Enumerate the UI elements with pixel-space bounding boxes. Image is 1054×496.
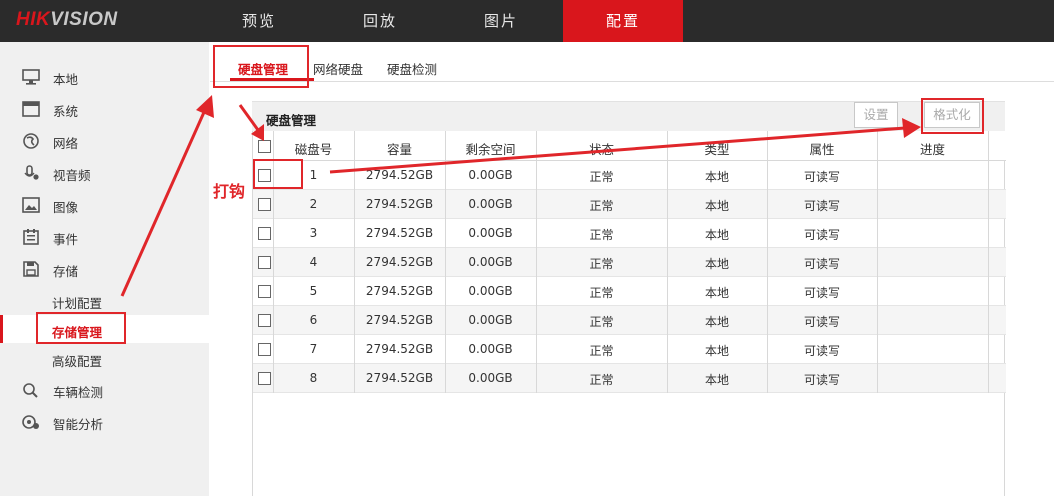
arrow-head: [251, 124, 264, 141]
arrow-head: [196, 95, 214, 118]
annotation-arrows: [120, 95, 921, 297]
arrow-line: [120, 109, 207, 297]
arrow-head: [902, 118, 921, 138]
arrow-line: [329, 126, 906, 174]
arrow-line: [238, 104, 260, 131]
